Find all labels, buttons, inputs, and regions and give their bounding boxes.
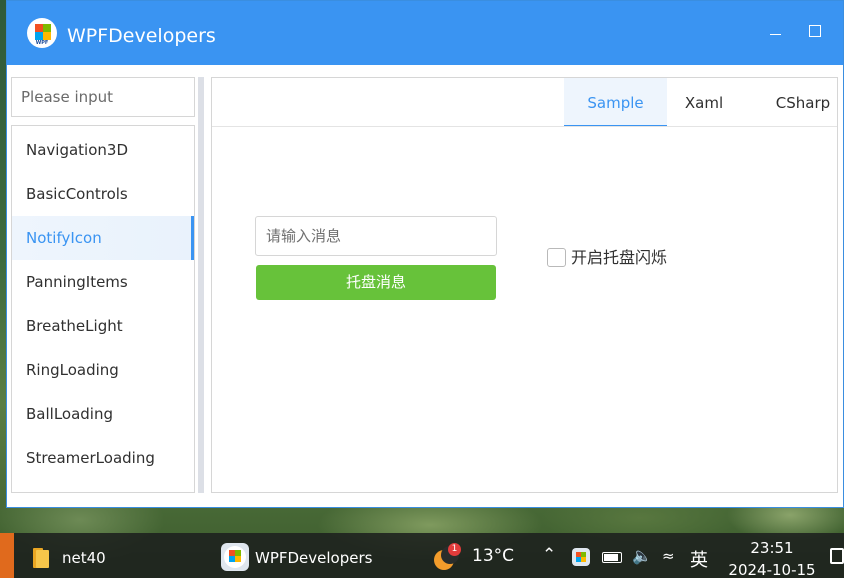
sidebar-item-streamerloading[interactable]: StreamerLoading [12,436,194,480]
title-bar[interactable]: WPF WPFDevelopers [7,1,843,65]
content-panel: Sample Xaml CSharp 托盘消息 开启托盘闪烁 [211,77,838,493]
sidebar-item-navigation3d[interactable]: Navigation3D [12,128,194,172]
sidebar-item-notifyicon[interactable]: NotifyIcon [12,216,194,260]
sidebar-item-breathelight[interactable]: BreatheLight [12,304,194,348]
chevron-up-icon[interactable]: ⌃ [542,545,556,565]
clock-date: 2024-10-15 [728,561,816,578]
window-title: WPFDevelopers [67,25,216,47]
blink-checkbox[interactable] [547,248,566,267]
sidebar-item-basiccontrols[interactable]: BasicControls [12,172,194,216]
tab-sample[interactable]: Sample [564,78,667,127]
clock-time: 23:51 [750,539,794,557]
wpf-app-icon[interactable] [221,543,249,571]
tray-message-button[interactable]: 托盘消息 [256,265,496,300]
message-input[interactable] [255,216,497,256]
minimize-button[interactable] [765,23,787,41]
volume-icon[interactable]: 🔈 [632,546,652,565]
wpf-logo-icon: WPF [27,18,57,48]
weather-badge: 1 [448,543,461,556]
taskbar-item-wpfdevelopers[interactable]: WPFDevelopers [255,549,372,567]
sidebar-item-ballloading[interactable]: BallLoading [12,392,194,436]
battery-icon[interactable] [602,552,622,563]
taskbar-accent [0,533,14,578]
folder-icon[interactable] [33,546,53,568]
wpf-tray-icon[interactable] [572,548,590,566]
nav-list: Navigation3D BasicControls NotifyIcon Pa… [11,125,195,493]
taskbar-clock[interactable]: 23:51 2024-10-15 [722,537,822,578]
taskbar [0,533,844,578]
blink-checkbox-label[interactable]: 开启托盘闪烁 [571,248,667,268]
notification-icon[interactable] [830,548,844,564]
tab-csharp[interactable]: CSharp [767,78,839,127]
sidebar-item-ringloading[interactable]: RingLoading [12,348,194,392]
sidebar-scrollbar[interactable] [198,77,204,493]
maximize-button[interactable] [804,23,826,41]
search-input[interactable] [11,77,195,117]
ime-indicator[interactable]: 英 [690,546,708,572]
taskbar-item-net40[interactable]: net40 [62,549,106,567]
tab-divider [212,126,837,127]
weather-icon[interactable]: 1 [432,543,461,570]
sidebar-item-panningitems[interactable]: PanningItems [12,260,194,304]
wifi-icon[interactable]: ≈ [662,547,675,565]
tab-xaml[interactable]: Xaml [672,78,736,127]
sidebar: Navigation3D BasicControls NotifyIcon Pa… [11,77,196,493]
weather-temperature[interactable]: 13°C [472,546,514,566]
